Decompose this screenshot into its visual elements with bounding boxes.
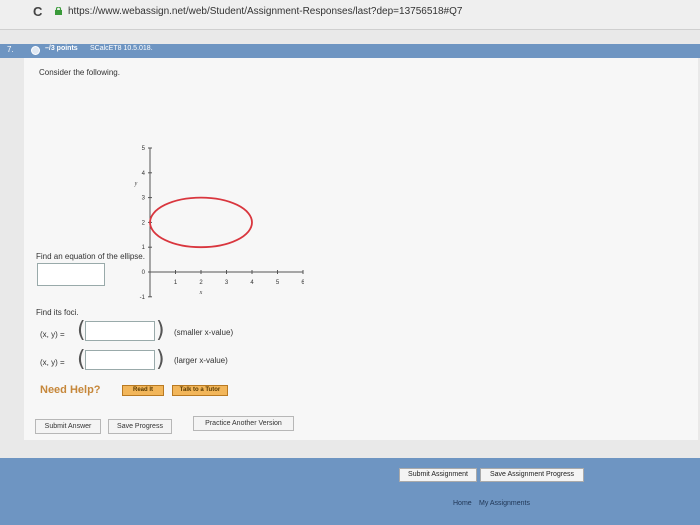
y-tick-label: 5 bbox=[142, 146, 146, 152]
y-tick-label: 4 bbox=[142, 171, 146, 177]
y-tick-label: 1 bbox=[142, 245, 146, 251]
focus-1-label: (x, y) = bbox=[40, 330, 65, 339]
find-foci-label: Find its foci. bbox=[36, 308, 79, 317]
browser-address-bar: C https://www.webassign.net/web/Student/… bbox=[0, 0, 700, 30]
x-tick-label: 1 bbox=[174, 280, 178, 286]
question-header: 7. –/3 points SCalcET8 10.5.018. bbox=[0, 44, 700, 58]
save-assignment-progress-button[interactable]: Save Assignment Progress bbox=[480, 468, 584, 482]
x-tick-label: 4 bbox=[250, 280, 254, 286]
question-number: 7. bbox=[7, 45, 14, 54]
y-axis-label: y bbox=[134, 181, 138, 187]
focus-1-close-paren: ) bbox=[156, 318, 165, 343]
focus-2-close-paren: ) bbox=[156, 347, 165, 372]
x-tick-label: 5 bbox=[276, 280, 280, 286]
larger-x-hint: (larger x-value) bbox=[174, 356, 228, 365]
focus-1-input[interactable] bbox=[85, 321, 155, 341]
talk-to-tutor-button[interactable]: Talk to a Tutor bbox=[172, 385, 228, 396]
y-tick-label: 0 bbox=[142, 270, 146, 276]
submit-assignment-button[interactable]: Submit Assignment bbox=[399, 468, 477, 482]
question-panel: Consider the following. 1 2 3 4 5 6 -1 0 1 2 3 4 5 x y… bbox=[24, 58, 698, 440]
x-tick-label: 3 bbox=[225, 280, 229, 286]
reload-icon[interactable]: C bbox=[33, 4, 42, 19]
x-tick-label: 2 bbox=[199, 280, 203, 286]
submit-answer-button[interactable]: Submit Answer bbox=[35, 419, 101, 434]
focus-2-label: (x, y) = bbox=[40, 358, 65, 367]
lock-icon bbox=[55, 7, 62, 15]
practice-another-version-button[interactable]: Practice Another Version bbox=[193, 416, 294, 431]
ellipse-equation-input[interactable] bbox=[37, 263, 105, 286]
ellipse-curve bbox=[149, 196, 253, 249]
question-status-icon bbox=[31, 46, 40, 55]
focus-2-input[interactable] bbox=[85, 350, 155, 370]
question-points: –/3 points bbox=[45, 45, 78, 52]
smaller-x-hint: (smaller x-value) bbox=[174, 328, 234, 337]
x-tick-label: 6 bbox=[301, 280, 304, 286]
question-prompt: Consider the following. bbox=[39, 68, 120, 77]
save-progress-button[interactable]: Save Progress bbox=[108, 419, 172, 434]
find-equation-label: Find an equation of the ellipse. bbox=[36, 252, 145, 261]
my-assignments-link[interactable]: My Assignments bbox=[479, 500, 530, 507]
y-tick-label: 3 bbox=[142, 196, 146, 202]
need-help-label: Need Help? bbox=[40, 384, 101, 396]
question-source: SCalcET8 10.5.018. bbox=[90, 45, 153, 52]
home-link[interactable]: Home bbox=[453, 500, 472, 507]
read-it-button[interactable]: Read It bbox=[122, 385, 164, 396]
x-axis-label: x bbox=[199, 290, 203, 296]
y-tick-label: -1 bbox=[140, 295, 146, 301]
ellipse-graph: 1 2 3 4 5 6 -1 0 1 2 3 4 5 x y bbox=[134, 146, 304, 301]
y-tick-label: 2 bbox=[142, 220, 146, 226]
url-text[interactable]: https://www.webassign.net/web/Student/As… bbox=[68, 6, 462, 17]
assignment-footer: Submit Assignment Save Assignment Progre… bbox=[0, 458, 700, 525]
